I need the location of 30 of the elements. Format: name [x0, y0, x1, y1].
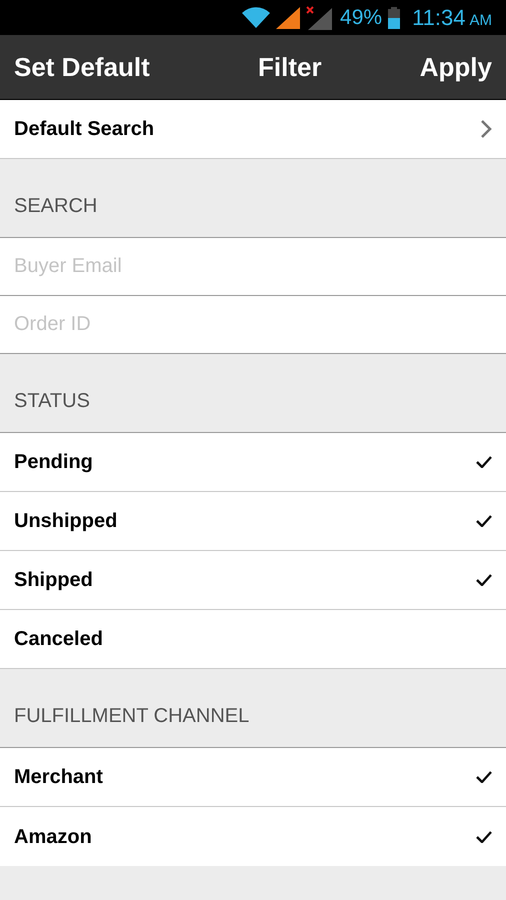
input-field[interactable]: Buyer Email: [0, 238, 506, 296]
option-label: Canceled: [14, 627, 103, 652]
option-row[interactable]: Shipped: [0, 551, 506, 610]
toolbar-title: Filter: [258, 50, 322, 84]
clock-time: 11:34: [412, 4, 466, 32]
row-label: Default Search: [14, 117, 154, 142]
option-label: Merchant: [14, 765, 103, 790]
section-header: SEARCH: [14, 194, 98, 219]
input-field[interactable]: Order ID: [0, 296, 506, 354]
option-label: Amazon: [14, 824, 92, 850]
apply-button[interactable]: Apply: [420, 48, 492, 86]
no-signal-icon: [306, 6, 332, 30]
section-header: STATUS: [14, 389, 90, 414]
signal-icon: [276, 6, 300, 28]
option-row[interactable]: Merchant: [0, 748, 506, 807]
default-search-row[interactable]: Default Search: [0, 100, 506, 159]
chevron-right-icon: [480, 120, 492, 138]
battery-percent: 49%: [340, 4, 382, 31]
option-row[interactable]: Unshipped: [0, 492, 506, 551]
clock-meridiem: AM: [470, 11, 492, 31]
battery-icon: [388, 6, 400, 28]
option-row[interactable]: Pending: [0, 433, 506, 492]
set-default-button[interactable]: Set Default: [14, 48, 150, 86]
option-label: Unshipped: [14, 509, 118, 534]
option-row[interactable]: Amazon: [0, 807, 506, 866]
option-label: Pending: [14, 450, 93, 475]
option-row[interactable]: Canceled: [0, 610, 506, 669]
section-header: FULFILLMENT CHANNEL: [14, 704, 250, 729]
wifi-icon: [242, 6, 270, 28]
option-label: Shipped: [14, 568, 93, 593]
